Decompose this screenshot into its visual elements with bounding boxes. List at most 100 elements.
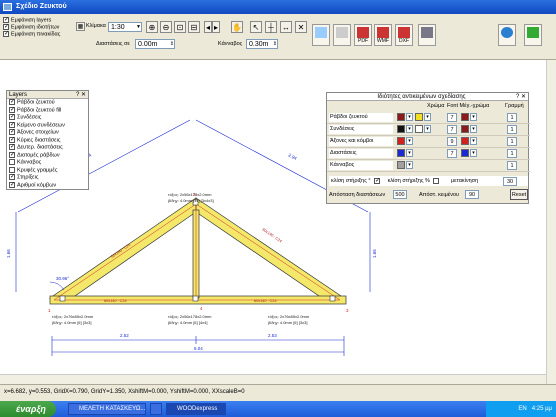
layer-item[interactable]: ✓ Κύριες διαστάσεις: [7, 136, 88, 145]
chevron-down-icon[interactable]: ▾: [406, 125, 413, 133]
export-dxf-button[interactable]: DXF: [395, 24, 413, 46]
layer-item[interactable]: ✓ Διατομές ράβδων: [7, 151, 88, 160]
reset-button[interactable]: Reset: [510, 189, 528, 200]
chevron-down-icon[interactable]: ▾: [406, 149, 413, 157]
dist-value[interactable]: 500: [393, 190, 407, 199]
help-close-icons[interactable]: ? ✕: [516, 93, 528, 101]
scale-icon[interactable]: ▦: [76, 22, 85, 31]
line-width-field[interactable]: 1: [507, 149, 517, 158]
layer-item[interactable]: Κάνναβος: [7, 159, 88, 167]
support-pct-check[interactable]: [433, 177, 440, 184]
font-color-swatch[interactable]: [461, 125, 469, 133]
layer-item[interactable]: ✓ Στηρίξεις: [7, 174, 88, 182]
dim-distance-field[interactable]: 0.00m ⇕: [135, 39, 175, 49]
arrow-left-icon[interactable]: ◂: [204, 21, 212, 33]
dim-half-right: 2.53: [268, 333, 277, 338]
mid-label-line2: βίδηγ: 4.0mm [6] [4x4]: [168, 320, 207, 325]
color-swatch[interactable]: [397, 113, 405, 121]
checkbox-icon: ✓: [3, 24, 10, 30]
text-dist-value[interactable]: 90: [465, 190, 479, 199]
horizontal-scrollbar[interactable]: [0, 374, 546, 384]
zoom-window-icon[interactable]: ⊡: [174, 21, 186, 33]
color-swatch[interactable]: [397, 125, 405, 133]
show-properties-check[interactable]: ✓ Εμφάνιση ιδιοτήτων: [3, 24, 73, 31]
checkbox-icon: ✓: [9, 151, 16, 158]
chevron-down-icon: ▼: [136, 24, 141, 30]
exit-button[interactable]: [524, 24, 542, 46]
show-title-block-check[interactable]: ✓ Εμφάνιση πινακίδας: [3, 31, 73, 38]
layer-item[interactable]: ✓ Ράβδοι ζευκτού: [7, 99, 88, 107]
fill-swatch[interactable]: [415, 125, 423, 133]
properties-header: Ιδιότητες αντικειμένων σχεδίασης? ✕: [327, 93, 528, 101]
printer-button[interactable]: [418, 24, 436, 46]
help-close-icons[interactable]: ? ✕: [76, 91, 88, 99]
chevron-down-icon[interactable]: ▾: [406, 137, 413, 145]
right-rafter[interactable]: [195, 197, 346, 299]
node-plate[interactable]: [192, 295, 199, 302]
export-pdf-button[interactable]: PDF: [354, 24, 372, 46]
layer-item[interactable]: Κρυφές γραμμές: [7, 166, 88, 175]
support-check[interactable]: ✓: [374, 177, 380, 184]
arrow-right-icon[interactable]: ▸: [212, 21, 220, 33]
dimension-icon[interactable]: ↔: [280, 21, 292, 33]
scale-select[interactable]: 1:30 ▼: [108, 22, 142, 32]
font-color-swatch[interactable]: [461, 113, 469, 121]
chevron-down-icon[interactable]: ▾: [470, 137, 477, 145]
left-label-line1: τόξος: 2x76x85x2.0mm: [52, 314, 94, 319]
task-meleti[interactable]: ΜΕΛΕΤΗ ΚΑΤΑΣΚΕΥΩ...: [68, 403, 146, 415]
node-plate[interactable]: [59, 295, 66, 302]
chevron-down-icon[interactable]: ▾: [470, 149, 477, 157]
dist-label: Απόσταση διαστάσεων: [329, 192, 386, 198]
font-color-swatch[interactable]: [461, 137, 469, 145]
zoom-out-icon[interactable]: ⊖: [160, 21, 172, 33]
layer-item[interactable]: ✓ Αριθμοί κόμβων: [7, 181, 88, 190]
color-swatch[interactable]: [397, 149, 405, 157]
apex-label-line2: βίδηγ: 4.0mm [11] [3x4x3]: [168, 198, 214, 203]
layer-item[interactable]: ✓ Κείμενο συνδέσεων: [7, 121, 88, 130]
help-button[interactable]: [498, 24, 516, 46]
zoom-extents-icon[interactable]: ⊟: [188, 21, 200, 33]
chevron-down-icon[interactable]: ▾: [406, 161, 413, 169]
layer-item[interactable]: ✓ Δευτερ. διαστάσεις: [7, 144, 88, 152]
shift-value[interactable]: 30: [503, 177, 517, 186]
layer-item[interactable]: ✓ Συνδέσεις: [7, 114, 88, 122]
chevron-down-icon[interactable]: ▾: [424, 113, 431, 121]
line-width-field[interactable]: 1: [507, 161, 517, 170]
layer-item[interactable]: ✓ Ράβδοι ζευκτού fill: [7, 106, 88, 115]
task-woodexpress[interactable]: WOODexpress: [166, 403, 226, 415]
checkbox-icon: ✓: [9, 181, 16, 188]
color-swatch[interactable]: [397, 161, 405, 169]
settings-button[interactable]: [333, 24, 351, 46]
start-button[interactable]: έναρξη: [0, 401, 56, 417]
chevron-down-icon[interactable]: ▾: [424, 125, 431, 133]
crosshair-icon[interactable]: ┼: [265, 21, 277, 33]
show-layers-check[interactable]: ✓ Εμφάνιση layers: [3, 17, 73, 24]
font-size-field[interactable]: 7: [447, 125, 457, 134]
color-swatch[interactable]: [397, 137, 405, 145]
print-preview-button[interactable]: [312, 24, 330, 46]
fill-swatch[interactable]: [415, 113, 423, 121]
line-width-field[interactable]: 1: [507, 137, 517, 146]
chevron-down-icon[interactable]: ▾: [406, 113, 413, 121]
task-icon[interactable]: [150, 403, 162, 415]
layers-header: Layers? ✕: [7, 91, 88, 99]
font-size-field[interactable]: 7: [447, 113, 457, 122]
zoom-in-icon[interactable]: ⊕: [146, 21, 158, 33]
font-color-swatch[interactable]: [461, 149, 469, 157]
grid-field[interactable]: 0.30m ⇕: [246, 39, 278, 49]
font-size-field[interactable]: 7: [447, 149, 457, 158]
font-size-field[interactable]: 9: [447, 137, 457, 146]
export-wmf-button[interactable]: WMF: [374, 24, 392, 46]
vertical-scrollbar[interactable]: [546, 60, 556, 384]
layer-item[interactable]: ✓ Άξονες στοιχείων: [7, 129, 88, 137]
lang-indicator[interactable]: EN: [518, 406, 526, 412]
pointer-icon[interactable]: ↖: [250, 21, 262, 33]
delete-dimension-icon[interactable]: ✕: [295, 21, 307, 33]
property-name: Διαστάσεις: [329, 149, 393, 158]
pan-hand-icon[interactable]: ✋: [231, 21, 243, 33]
chevron-down-icon[interactable]: ▾: [470, 125, 477, 133]
chevron-down-icon[interactable]: ▾: [470, 113, 477, 121]
line-width-field[interactable]: 1: [507, 113, 517, 122]
node-plate[interactable]: [329, 295, 336, 302]
line-width-field[interactable]: 1: [507, 125, 517, 134]
